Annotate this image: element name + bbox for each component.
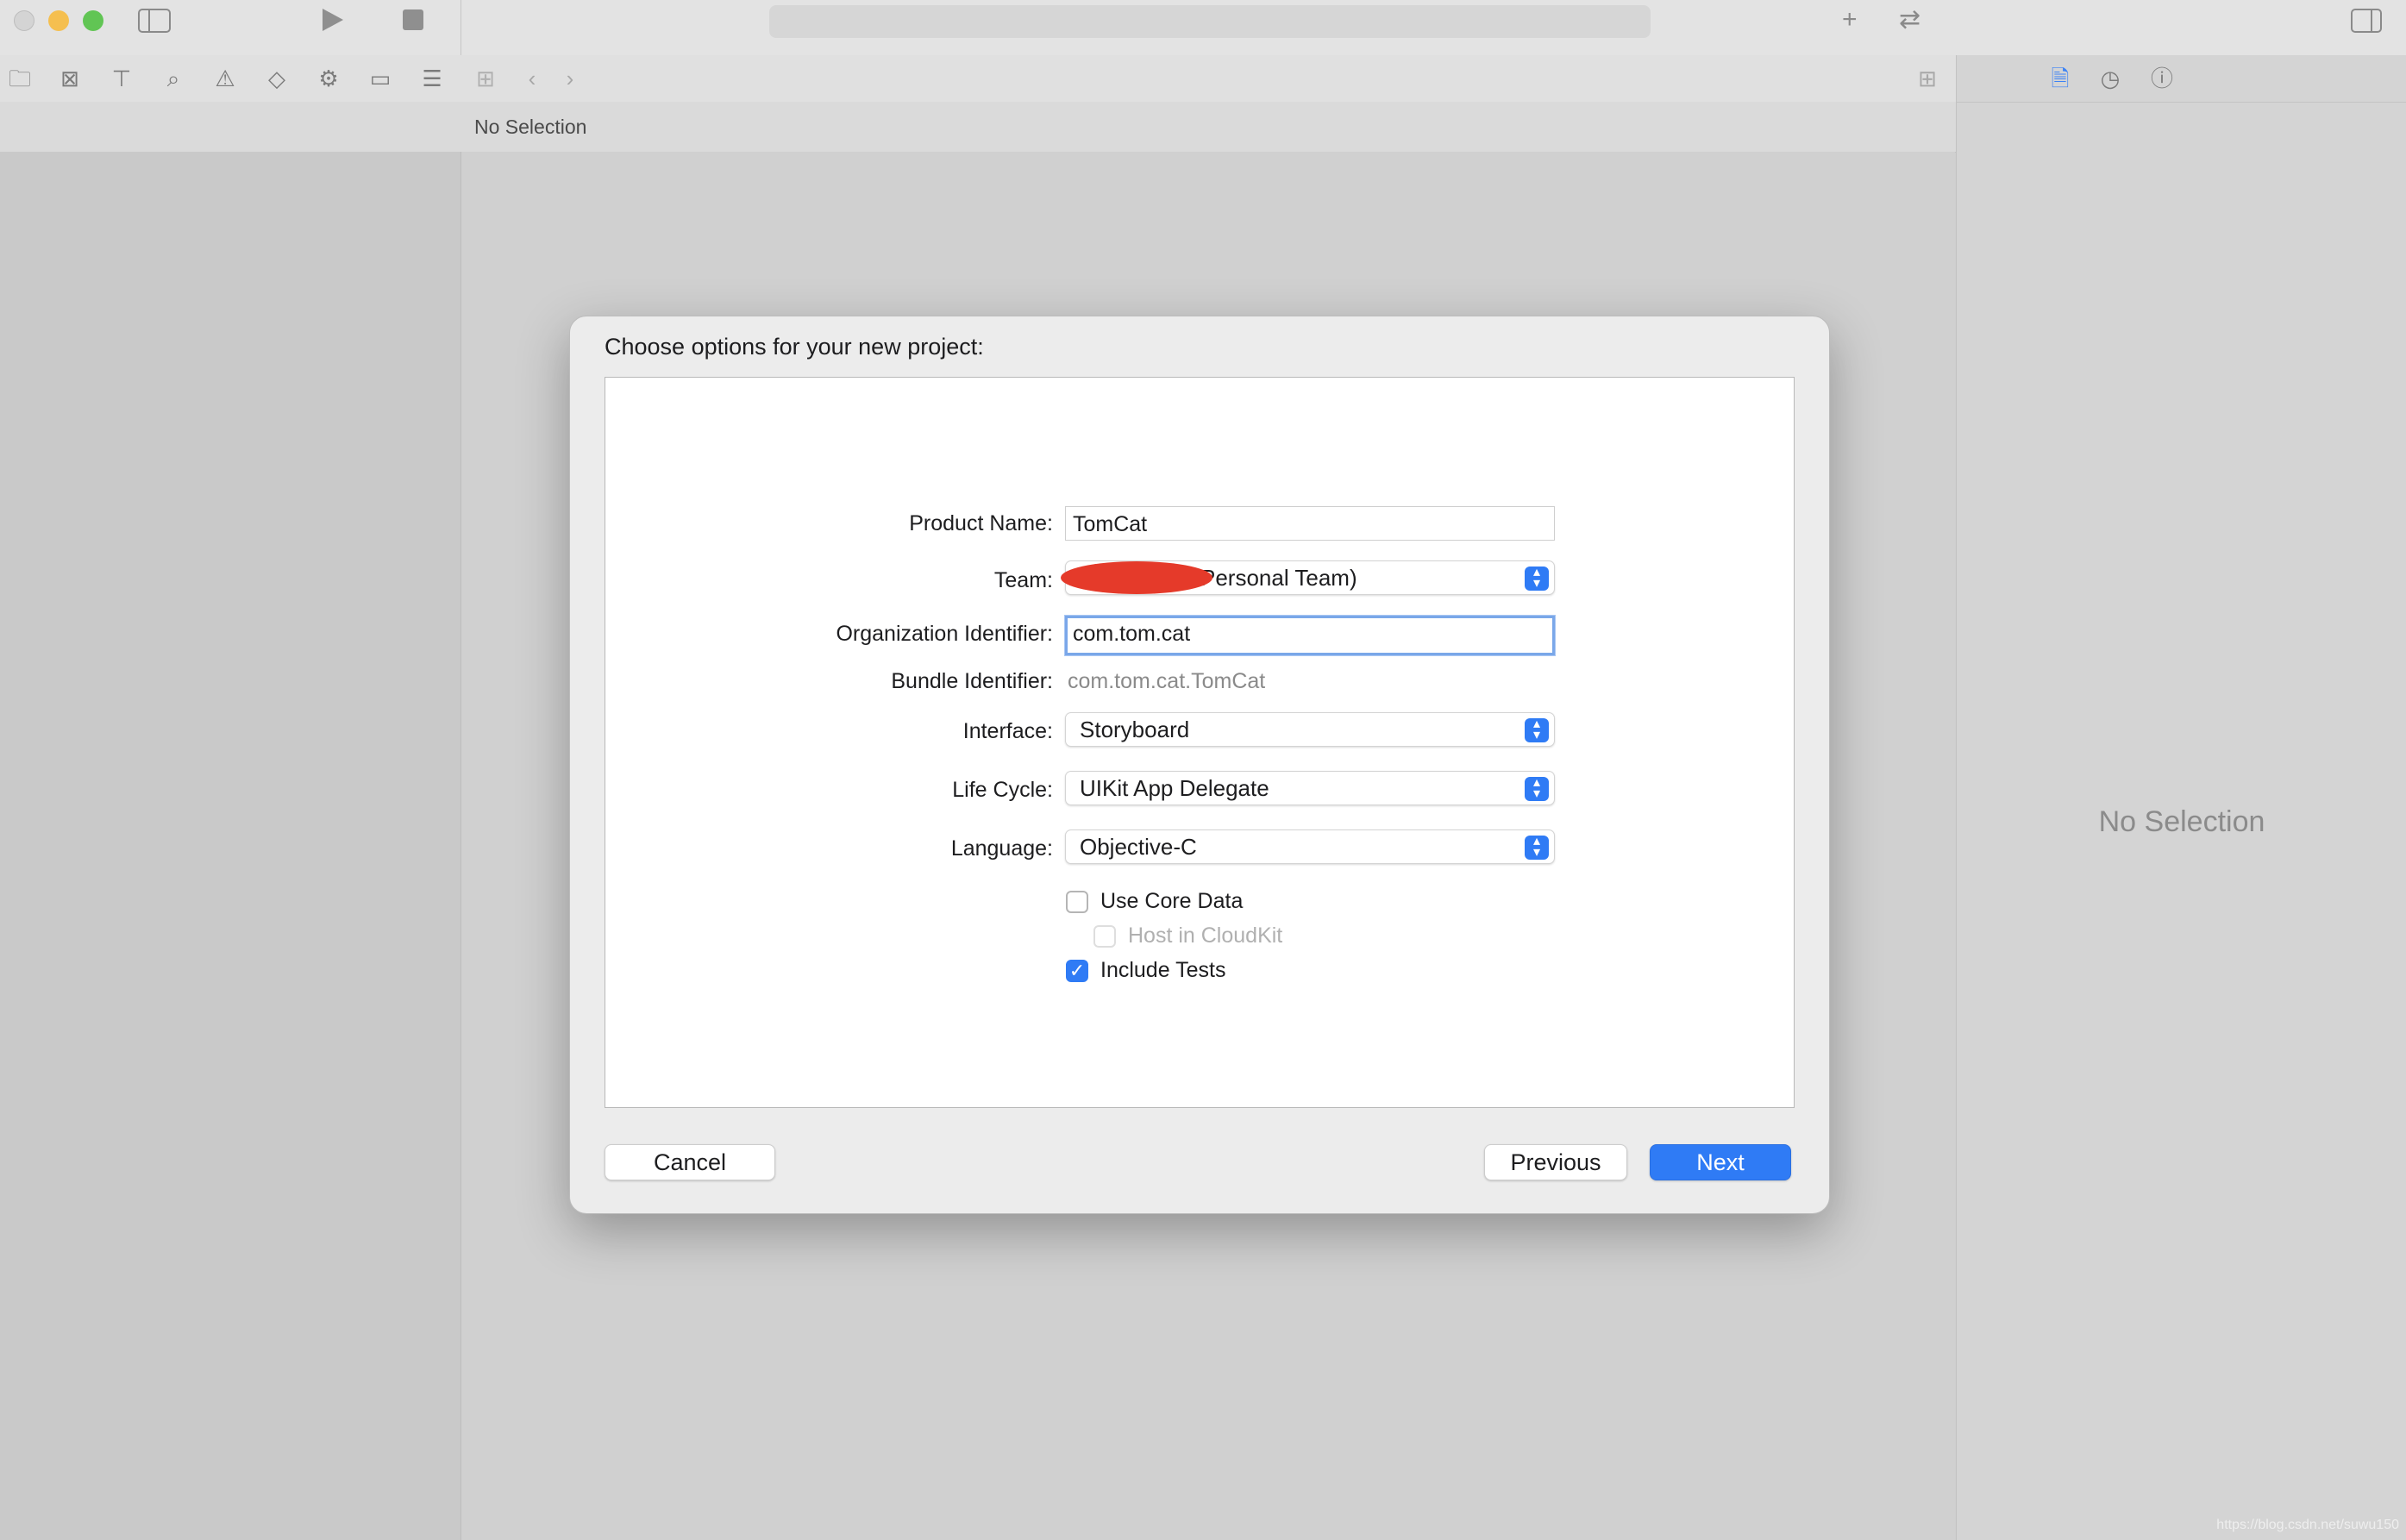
inspector-no-selection: No Selection <box>2098 805 2265 838</box>
interface-value: Storyboard <box>1080 717 1190 742</box>
report-icon[interactable]: ☰ <box>417 64 447 93</box>
interface-label: Interface: <box>962 719 1053 743</box>
language-popup[interactable]: Objective-C ▴ ▾ <box>1065 829 1555 864</box>
back-chevron-icon[interactable]: ‹ <box>517 64 547 93</box>
redaction-mark <box>1061 561 1212 594</box>
cancel-button[interactable]: Cancel <box>605 1144 775 1180</box>
life-cycle-label: Life Cycle: <box>952 778 1053 802</box>
popup-chevron-icon: ▴ ▾ <box>1525 835 1549 860</box>
zoom-window-button[interactable] <box>83 10 103 31</box>
dialog-title: Choose options for your new project: <box>605 334 984 360</box>
team-label: Team: <box>993 568 1053 592</box>
window-toolbar: + ⇄ <box>0 0 2406 56</box>
inspector-divider <box>1957 102 2406 103</box>
life-cycle-value: UIKit App Delegate <box>1080 775 1269 801</box>
next-button[interactable]: Next <box>1650 1144 1791 1180</box>
breakpoint-icon[interactable]: ▭ <box>366 64 395 93</box>
popup-chevron-icon: ▴ ▾ <box>1525 566 1549 591</box>
inspector-panel: 🗎 ◷ ⓘ No Selection <box>1956 55 2406 1540</box>
folder-icon[interactable]: 🗀 <box>5 64 34 93</box>
close-window-button[interactable] <box>14 10 34 31</box>
help-icon[interactable]: ⓘ <box>2147 64 2177 93</box>
host-in-cloudkit-checkbox <box>1093 925 1116 948</box>
minimize-window-button[interactable] <box>48 10 69 31</box>
activity-view <box>769 5 1651 38</box>
options-panel: Product Name: TomCat Team: Personal Team… <box>605 377 1795 1108</box>
host-in-cloudkit-label: Host in CloudKit <box>1128 923 1283 948</box>
warning-icon[interactable]: ⚠ <box>210 64 240 93</box>
test-icon[interactable]: ◇ <box>262 64 291 93</box>
previous-button[interactable]: Previous <box>1484 1144 1627 1180</box>
file-inspector-icon[interactable]: 🗎 <box>2046 64 2075 93</box>
add-icon[interactable]: + <box>1842 7 1858 33</box>
organization-identifier-field[interactable]: com.tom.cat <box>1065 616 1555 655</box>
team-value: Personal Team) <box>1200 565 1357 591</box>
life-cycle-popup[interactable]: UIKit App Delegate ▴ ▾ <box>1065 771 1555 805</box>
popup-chevron-icon: ▴ ▾ <box>1525 776 1549 801</box>
interface-popup[interactable]: Storyboard ▴ ▾ <box>1065 712 1555 747</box>
inspector-toggle-icon[interactable] <box>2351 9 2382 33</box>
product-name-field[interactable]: TomCat <box>1065 506 1555 541</box>
language-label: Language: <box>950 836 1053 861</box>
stop-icon[interactable] <box>402 9 424 31</box>
include-tests-checkbox[interactable]: ✓ <box>1066 960 1088 982</box>
navigator-panel <box>0 152 461 1540</box>
related-items-icon[interactable]: ⊞ <box>471 64 500 93</box>
source-control-icon[interactable]: ⊠ <box>55 64 85 93</box>
language-value: Objective-C <box>1080 834 1197 860</box>
forward-chevron-icon[interactable]: › <box>555 64 585 93</box>
use-core-data-label[interactable]: Use Core Data <box>1100 889 1243 914</box>
jump-bar-text: No Selection <box>474 116 587 138</box>
hierarchy-icon[interactable]: ⊤ <box>107 64 136 93</box>
product-name-label: Product Name: <box>909 511 1053 535</box>
new-project-dialog: Choose options for your new project: Pro… <box>569 316 1830 1214</box>
organization-identifier-label: Organization Identifier: <box>836 622 1053 646</box>
debug-icon[interactable]: ⚙ <box>314 64 343 93</box>
code-review-icon[interactable]: ⇄ <box>1899 7 1920 33</box>
bundle-identifier-label: Bundle Identifier: <box>891 669 1053 693</box>
run-icon[interactable] <box>321 7 345 33</box>
history-icon[interactable]: ◷ <box>2096 64 2125 93</box>
sidebar-toggle-icon[interactable] <box>138 9 171 33</box>
add-editor-icon[interactable]: ⊞ <box>1913 64 1942 93</box>
bundle-identifier-value: com.tom.cat.TomCat <box>1068 669 1266 693</box>
use-core-data-checkbox[interactable] <box>1066 891 1088 913</box>
watermark: https://blog.csdn.net/suwu150 <box>2216 1518 2399 1532</box>
include-tests-label[interactable]: Include Tests <box>1100 958 1225 983</box>
search-icon[interactable]: ⌕ <box>159 64 188 93</box>
popup-chevron-icon: ▴ ▾ <box>1525 717 1549 742</box>
